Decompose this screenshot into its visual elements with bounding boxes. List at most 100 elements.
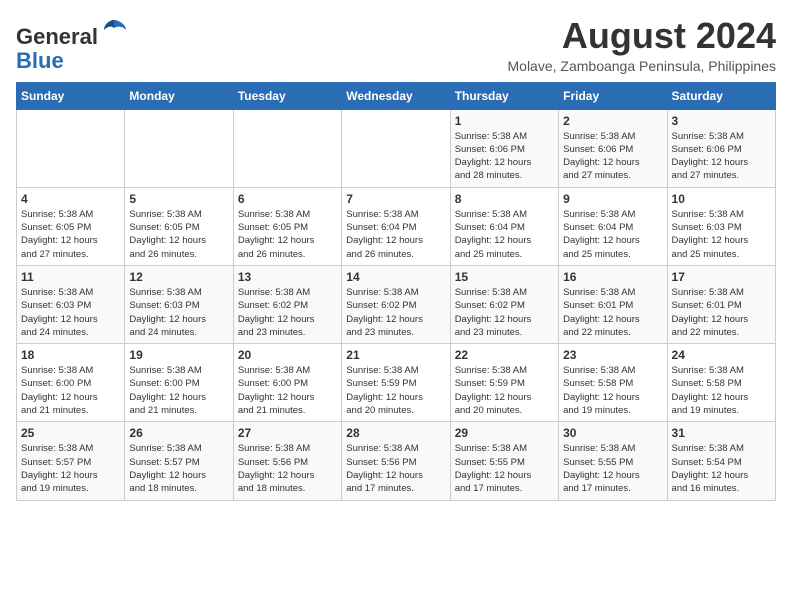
day-number: 25 [21, 426, 120, 440]
header-monday: Monday [125, 82, 233, 109]
day-cell: 16 Sunrise: 5:38 AMSunset: 6:01 PMDayligh… [559, 265, 667, 343]
day-info: Sunrise: 5:38 AMSunset: 5:57 PMDaylight:… [129, 442, 228, 495]
day-cell: 28Sunrise: 5:38 AMSunset: 5:56 PMDayligh… [342, 422, 450, 500]
day-cell: 30 Sunrise: 5:38 AMSunset: 5:55 PMDayligh… [559, 422, 667, 500]
day-info: Sunrise: 5:38 AMSunset: 6:04 PMDaylight:… [346, 208, 445, 261]
day-info: Sunrise: 5:38 AMSunset: 5:58 PMDaylight:… [563, 364, 662, 417]
day-cell: 21 Sunrise: 5:38 AMSunset: 5:59 PMDayligh… [342, 344, 450, 422]
day-number: 27 [238, 426, 337, 440]
day-number: 12 [129, 270, 228, 284]
day-cell: 6 Sunrise: 5:38 AMSunset: 6:05 PMDaylight… [233, 187, 341, 265]
day-number: 10 [672, 192, 771, 206]
day-number: 6 [238, 192, 337, 206]
title-block: August 2024 Molave, Zamboanga Peninsula,… [508, 16, 777, 74]
day-number: 16 [563, 270, 662, 284]
day-number: 17 [672, 270, 771, 284]
day-number: 3 [672, 114, 771, 128]
day-number: 23 [563, 348, 662, 362]
day-number: 19 [129, 348, 228, 362]
day-cell: 11Sunrise: 5:38 AMSunset: 6:03 PMDayligh… [17, 265, 125, 343]
day-cell: 26 Sunrise: 5:38 AMSunset: 5:57 PMDayligh… [125, 422, 233, 500]
day-cell: 12 Sunrise: 5:38 AMSunset: 6:03 PMDayligh… [125, 265, 233, 343]
day-info: Sunrise: 5:38 AMSunset: 5:58 PMDaylight:… [672, 364, 771, 417]
day-info: Sunrise: 5:38 AMSunset: 6:04 PMDaylight:… [455, 208, 554, 261]
day-cell: 2Sunrise: 5:38 AMSunset: 6:06 PMDaylight… [559, 109, 667, 187]
day-number: 20 [238, 348, 337, 362]
day-info: Sunrise: 5:38 AMSunset: 6:05 PMDaylight:… [129, 208, 228, 261]
day-info: Sunrise: 5:38 AMSunset: 6:02 PMDaylight:… [455, 286, 554, 339]
week-row-1: 4 Sunrise: 5:38 AMSunset: 6:05 PMDaylight… [17, 187, 776, 265]
day-cell: 4 Sunrise: 5:38 AMSunset: 6:05 PMDaylight… [17, 187, 125, 265]
day-info: Sunrise: 5:38 AMSunset: 6:03 PMDaylight:… [129, 286, 228, 339]
day-number: 31 [672, 426, 771, 440]
day-number: 14 [346, 270, 445, 284]
day-number: 4 [21, 192, 120, 206]
week-row-2: 11Sunrise: 5:38 AMSunset: 6:03 PMDayligh… [17, 265, 776, 343]
day-info: Sunrise: 5:38 AMSunset: 6:05 PMDaylight:… [21, 208, 120, 261]
day-number: 15 [455, 270, 554, 284]
day-info: Sunrise: 5:38 AMSunset: 6:00 PMDaylight:… [129, 364, 228, 417]
day-number: 9 [563, 192, 662, 206]
day-number: 18 [21, 348, 120, 362]
day-info: Sunrise: 5:38 AMSunset: 5:54 PMDaylight:… [672, 442, 771, 495]
header-sunday: Sunday [17, 82, 125, 109]
day-info: Sunrise: 5:38 AMSunset: 5:56 PMDaylight:… [346, 442, 445, 495]
header-saturday: Saturday [667, 82, 775, 109]
calendar-title: August 2024 [508, 16, 777, 56]
logo-blue: Blue [16, 48, 64, 73]
day-cell: 5 Sunrise: 5:38 AMSunset: 6:05 PMDaylight… [125, 187, 233, 265]
day-cell: 25Sunrise: 5:38 AMSunset: 5:57 PMDayligh… [17, 422, 125, 500]
day-cell: 17Sunrise: 5:38 AMSunset: 6:01 PMDayligh… [667, 265, 775, 343]
header-friday: Friday [559, 82, 667, 109]
day-info: Sunrise: 5:38 AMSunset: 5:59 PMDaylight:… [346, 364, 445, 417]
day-number: 8 [455, 192, 554, 206]
logo-general: General [16, 24, 98, 49]
day-info: Sunrise: 5:38 AMSunset: 5:55 PMDaylight:… [563, 442, 662, 495]
day-cell: 13Sunrise: 5:38 AMSunset: 6:02 PMDayligh… [233, 265, 341, 343]
day-info: Sunrise: 5:38 AMSunset: 6:00 PMDaylight:… [21, 364, 120, 417]
day-info: Sunrise: 5:38 AMSunset: 6:06 PMDaylight:… [563, 130, 662, 183]
week-row-0: 1 Sunrise: 5:38 AMSunset: 6:06 PMDaylight… [17, 109, 776, 187]
day-info: Sunrise: 5:38 AMSunset: 6:06 PMDaylight:… [455, 130, 554, 183]
day-number: 1 [455, 114, 554, 128]
day-number: 7 [346, 192, 445, 206]
week-row-3: 18 Sunrise: 5:38 AMSunset: 6:00 PMDayligh… [17, 344, 776, 422]
logo-text: General Blue [16, 16, 128, 73]
day-cell: 9 Sunrise: 5:38 AMSunset: 6:04 PMDaylight… [559, 187, 667, 265]
day-cell: 24Sunrise: 5:38 AMSunset: 5:58 PMDayligh… [667, 344, 775, 422]
header-thursday: Thursday [450, 82, 558, 109]
day-cell: 10 Sunrise: 5:38 AMSunset: 6:03 PMDayligh… [667, 187, 775, 265]
calendar-table: SundayMondayTuesdayWednesdayThursdayFrid… [16, 82, 776, 501]
day-number: 13 [238, 270, 337, 284]
day-info: Sunrise: 5:38 AMSunset: 6:01 PMDaylight:… [563, 286, 662, 339]
day-cell [342, 109, 450, 187]
day-cell: 29Sunrise: 5:38 AMSunset: 5:55 PMDayligh… [450, 422, 558, 500]
day-cell: 18 Sunrise: 5:38 AMSunset: 6:00 PMDayligh… [17, 344, 125, 422]
page-header: General Blue August 2024 Molave, Zamboan… [16, 16, 776, 74]
day-cell [17, 109, 125, 187]
day-info: Sunrise: 5:38 AMSunset: 6:05 PMDaylight:… [238, 208, 337, 261]
day-number: 5 [129, 192, 228, 206]
day-number: 21 [346, 348, 445, 362]
day-cell: 31 Sunrise: 5:38 AMSunset: 5:54 PMDayligh… [667, 422, 775, 500]
day-info: Sunrise: 5:38 AMSunset: 6:00 PMDaylight:… [238, 364, 337, 417]
week-row-4: 25 Sunrise: 5:38 AMSunset: 5:57 PMDayligh… [17, 422, 776, 500]
day-cell: 1 Sunrise: 5:38 AMSunset: 6:06 PMDaylight… [450, 109, 558, 187]
day-info: Sunrise: 5:38 AMSunset: 5:56 PMDaylight:… [238, 442, 337, 495]
day-info: Sunrise: 5:38 AMSunset: 6:03 PMDaylight:… [672, 208, 771, 261]
day-cell: 22Sunrise: 5:38 AMSunset: 5:59 PMDayligh… [450, 344, 558, 422]
day-cell: 3 Sunrise: 5:38 AMSunset: 6:06 PMDaylight… [667, 109, 775, 187]
day-number: 30 [563, 426, 662, 440]
day-cell: 14Sunrise: 5:38 AMSunset: 6:02 PMDayligh… [342, 265, 450, 343]
day-cell: 15 Sunrise: 5:38 AMSunset: 6:02 PMDayligh… [450, 265, 558, 343]
day-number: 22 [455, 348, 554, 362]
day-cell: 27 Sunrise: 5:38 AMSunset: 5:56 PMDayligh… [233, 422, 341, 500]
day-info: Sunrise: 5:38 AMSunset: 6:04 PMDaylight:… [563, 208, 662, 261]
day-info: Sunrise: 5:38 AMSunset: 6:06 PMDaylight:… [672, 130, 771, 183]
day-number: 26 [129, 426, 228, 440]
header-wednesday: Wednesday [342, 82, 450, 109]
logo: General Blue [16, 16, 128, 73]
day-cell [125, 109, 233, 187]
day-number: 29 [455, 426, 554, 440]
day-cell: 7 Sunrise: 5:38 AMSunset: 6:04 PMDaylight… [342, 187, 450, 265]
